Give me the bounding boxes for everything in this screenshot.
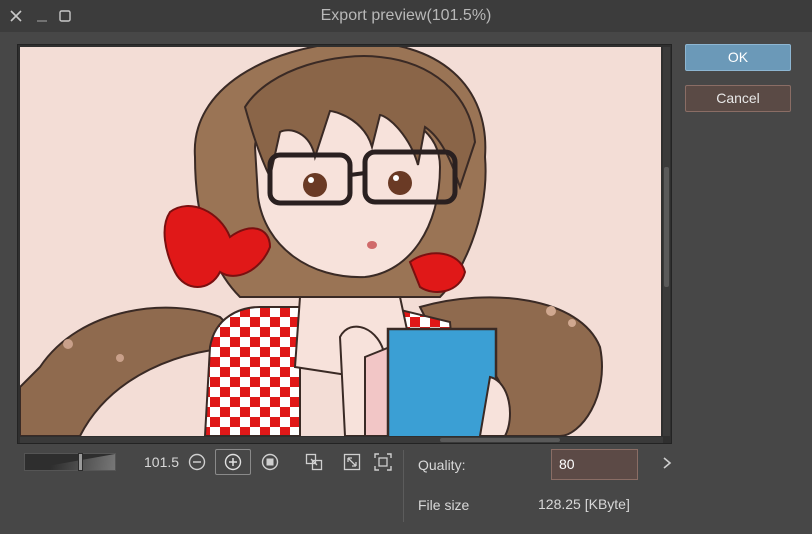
file-size-label: File size	[418, 497, 470, 513]
fit-screen-icon[interactable]	[373, 452, 393, 472]
zoom-value: 101.5	[144, 454, 180, 470]
zoom-slider-handle[interactable]	[78, 453, 83, 471]
chevron-right-icon[interactable]	[659, 453, 675, 473]
title-bar: Export preview(101.5%)	[0, 0, 812, 32]
fit-diagonal-icon[interactable]	[342, 452, 362, 472]
horizontal-scrollbar[interactable]	[20, 437, 663, 443]
close-icon[interactable]	[6, 6, 26, 26]
minimize-icon[interactable]	[32, 6, 52, 26]
fit-window-icon[interactable]	[304, 452, 324, 472]
zoom-100-icon[interactable]	[260, 452, 280, 472]
vertical-scrollbar[interactable]	[663, 47, 670, 436]
maximize-icon[interactable]	[55, 6, 75, 26]
ok-button[interactable]: OK	[685, 44, 791, 71]
cancel-button[interactable]: Cancel	[685, 85, 791, 112]
zoom-out-icon[interactable]	[187, 452, 207, 472]
panel-divider	[403, 450, 404, 522]
preview-image[interactable]	[20, 47, 661, 436]
zoom-in-icon[interactable]	[215, 449, 251, 475]
file-size-value: 128.25 [KByte]	[538, 496, 630, 512]
window-title: Export preview(101.5%)	[320, 7, 492, 24]
quality-field[interactable]: 80	[551, 449, 638, 480]
zoom-slider[interactable]	[24, 453, 116, 471]
quality-label: Quality:	[418, 457, 466, 473]
